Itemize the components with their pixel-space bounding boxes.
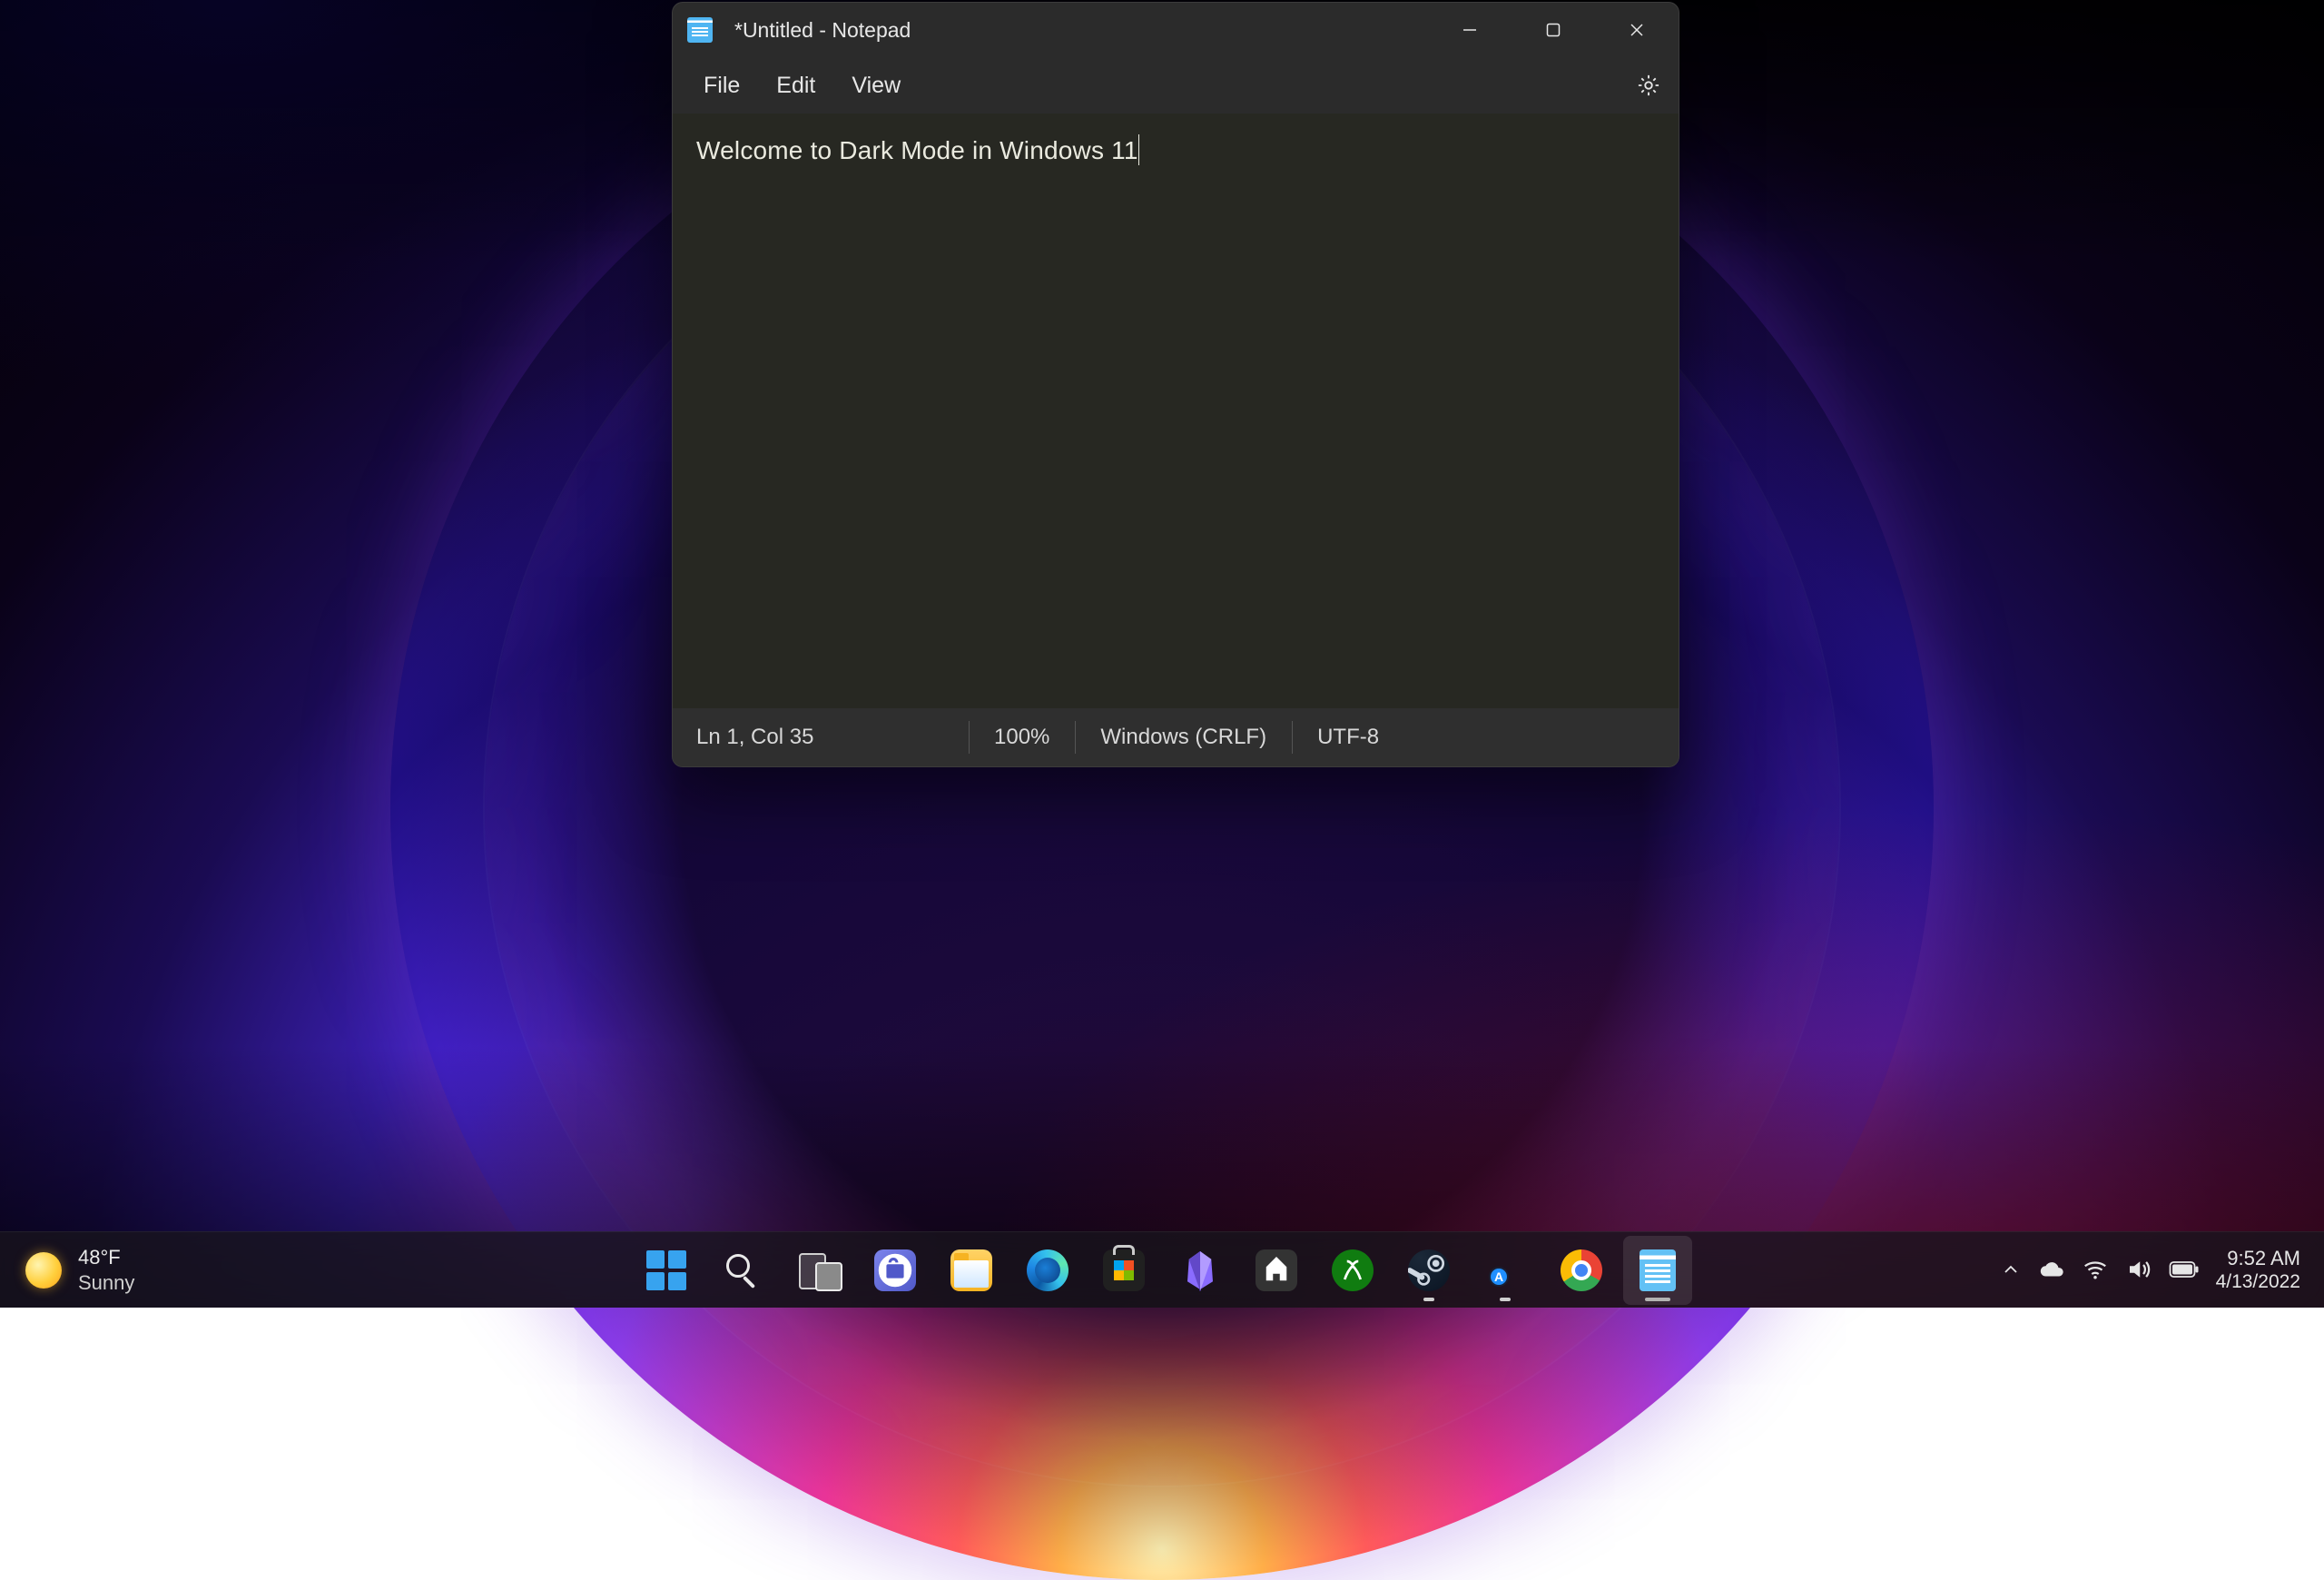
chat-app[interactable]	[861, 1236, 930, 1305]
menu-edit[interactable]: Edit	[758, 64, 833, 108]
text-cursor	[1138, 134, 1139, 165]
editor-content: Welcome to Dark Mode in Windows 11	[696, 136, 1138, 164]
settings-button[interactable]	[1628, 64, 1669, 106]
notepad-app-icon	[687, 17, 713, 43]
weather-widget[interactable]: 48°F Sunny	[0, 1246, 160, 1295]
cloud-icon	[2038, 1256, 2065, 1283]
titlebar[interactable]: *Untitled - Notepad	[673, 3, 1679, 57]
window-title: *Untitled - Notepad	[734, 18, 1428, 43]
aseprite-app[interactable]	[1242, 1236, 1311, 1305]
minimize-button[interactable]	[1428, 3, 1512, 57]
microsoft-store-app[interactable]	[1089, 1236, 1158, 1305]
menu-file[interactable]: File	[685, 64, 758, 108]
notification-badge: A	[1489, 1267, 1509, 1287]
menubar: File Edit View	[673, 57, 1679, 114]
onedrive-tray-icon[interactable]	[2038, 1256, 2065, 1283]
clock-time: 9:52 AM	[2216, 1247, 2300, 1270]
weather-temp: 48°F	[78, 1246, 134, 1269]
status-bar: Ln 1, Col 35 100% Windows (CRLF) UTF-8	[673, 708, 1679, 766]
maximize-button[interactable]	[1512, 3, 1595, 57]
close-button[interactable]	[1595, 3, 1679, 57]
obsidian-app[interactable]	[1166, 1236, 1235, 1305]
status-position: Ln 1, Col 35	[696, 725, 969, 750]
sun-icon	[25, 1252, 62, 1289]
status-line-ending[interactable]: Windows (CRLF)	[1075, 725, 1292, 750]
file-explorer-app[interactable]	[937, 1236, 1006, 1305]
taskbar-pinned-apps: A	[632, 1236, 1692, 1305]
taskbar: 48°F Sunny A	[0, 1231, 2324, 1308]
whats-new-app[interactable]: A	[1471, 1236, 1540, 1305]
chevron-up-icon	[2000, 1259, 2022, 1280]
battery-tray-icon[interactable]	[2169, 1259, 2200, 1279]
search-button[interactable]	[708, 1236, 777, 1305]
notepad-taskbar-button[interactable]	[1623, 1236, 1692, 1305]
weather-condition: Sunny	[78, 1271, 134, 1295]
steam-app[interactable]	[1394, 1236, 1463, 1305]
menu-view[interactable]: View	[833, 64, 919, 108]
speaker-icon	[2125, 1256, 2152, 1283]
xbox-app[interactable]	[1318, 1236, 1387, 1305]
text-editor[interactable]: Welcome to Dark Mode in Windows 11	[673, 114, 1679, 708]
chrome-app[interactable]	[1547, 1236, 1616, 1305]
start-button[interactable]	[632, 1236, 701, 1305]
clock-date: 4/13/2022	[2216, 1270, 2300, 1293]
battery-icon	[2169, 1259, 2200, 1279]
status-zoom[interactable]: 100%	[969, 725, 1075, 750]
volume-tray-icon[interactable]	[2125, 1256, 2152, 1283]
notepad-window: *Untitled - Notepad File Edit View Welco…	[672, 2, 1679, 767]
network-tray-icon[interactable]	[2082, 1256, 2109, 1283]
status-encoding[interactable]: UTF-8	[1292, 725, 1404, 750]
task-view-button[interactable]	[784, 1236, 853, 1305]
show-hidden-icons[interactable]	[2000, 1259, 2022, 1280]
edge-app[interactable]	[1013, 1236, 1082, 1305]
wifi-icon	[2082, 1256, 2109, 1283]
clock[interactable]: 9:52 AM 4/13/2022	[2216, 1247, 2309, 1294]
